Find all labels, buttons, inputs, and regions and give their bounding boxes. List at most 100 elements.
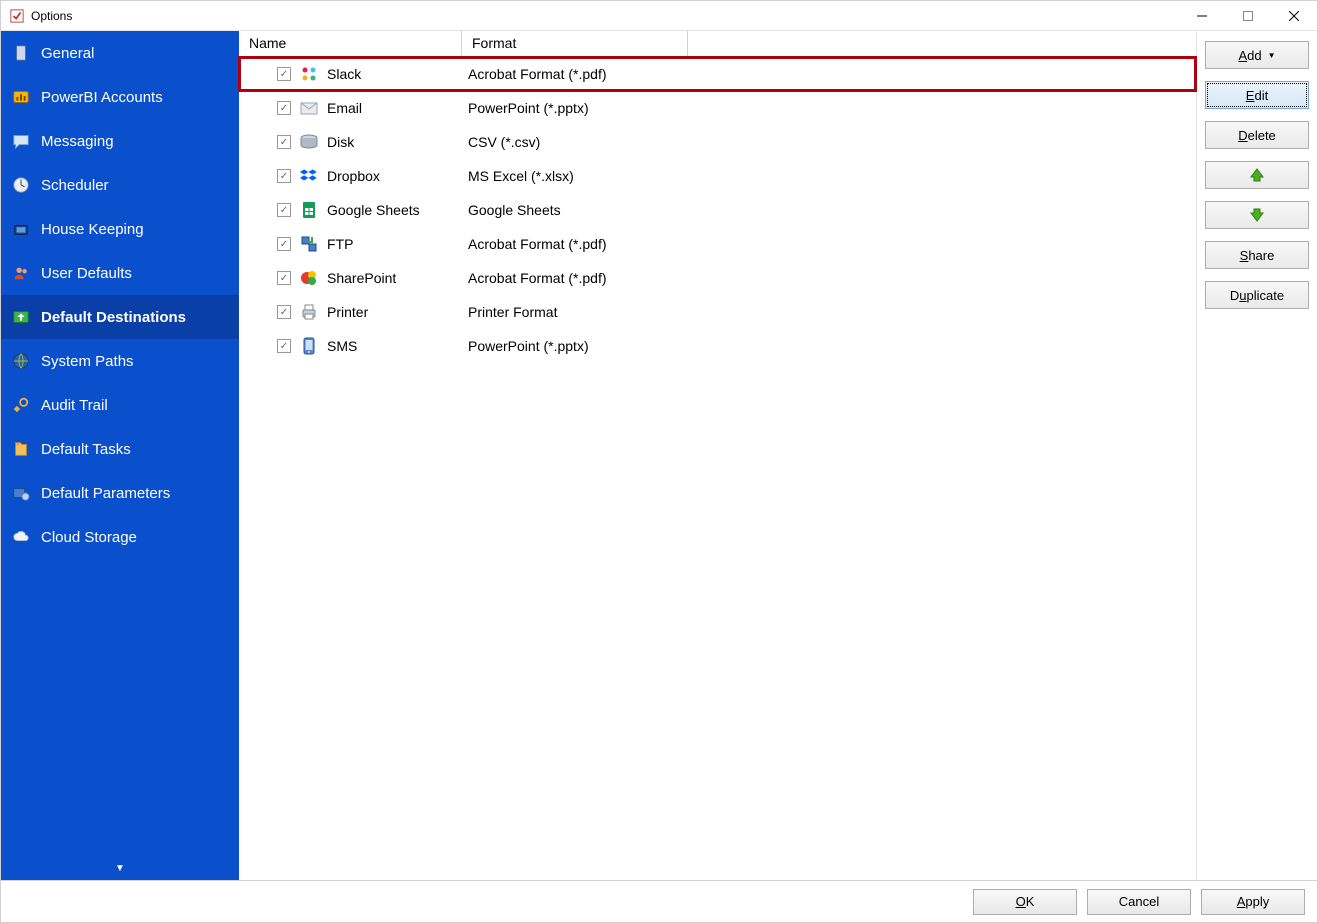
edit-button[interactable]: Edit bbox=[1205, 81, 1309, 109]
row-name: Dropbox bbox=[327, 168, 380, 184]
row-checkbox[interactable]: ✓ bbox=[277, 135, 291, 149]
row-checkbox[interactable]: ✓ bbox=[277, 339, 291, 353]
ok-button[interactable]: OK bbox=[973, 889, 1077, 915]
row-checkbox[interactable]: ✓ bbox=[277, 169, 291, 183]
row-name: SharePoint bbox=[327, 270, 396, 286]
sidebar-item-cloud-storage[interactable]: Cloud Storage bbox=[1, 515, 239, 559]
row-format: Acrobat Format (*.pdf) bbox=[468, 236, 607, 252]
sidebar-item-label: Scheduler bbox=[41, 177, 109, 194]
row-checkbox[interactable]: ✓ bbox=[277, 237, 291, 251]
sidebar-item-label: House Keeping bbox=[41, 221, 144, 238]
disk-icon bbox=[299, 132, 319, 152]
table-row[interactable]: ✓ SharePoint Acrobat Format (*.pdf) bbox=[239, 261, 1196, 295]
sidebar-item-user-defaults[interactable]: User Defaults bbox=[1, 251, 239, 295]
dropdown-caret-icon: ▼ bbox=[1268, 51, 1276, 60]
sidebar-item-label: User Defaults bbox=[41, 265, 132, 282]
sidebar-item-label: PowerBI Accounts bbox=[41, 89, 163, 106]
defaultparams-icon bbox=[11, 483, 31, 503]
table-row[interactable]: ✓FTPAcrobat Format (*.pdf) bbox=[239, 227, 1196, 261]
sidebar-item-system-paths[interactable]: System Paths bbox=[1, 339, 239, 383]
close-button[interactable] bbox=[1271, 1, 1317, 31]
powerbi-icon bbox=[11, 87, 31, 107]
cancel-button[interactable]: Cancel bbox=[1087, 889, 1191, 915]
gsheets-icon bbox=[299, 200, 319, 220]
sidebar-item-house-keeping[interactable]: House Keeping bbox=[1, 207, 239, 251]
row-format: Acrobat Format (*.pdf) bbox=[468, 66, 607, 82]
add-button[interactable]: Add▼ bbox=[1205, 41, 1309, 69]
table-body: ✓ Slack Acrobat Format (*.pdf) ✓ Email PowerP… bbox=[239, 57, 1196, 363]
cloudstorage-icon bbox=[11, 527, 31, 547]
delete-button[interactable]: Delete bbox=[1205, 121, 1309, 149]
table-row[interactable]: ✓ Dropbox MS Excel (*.xlsx) bbox=[239, 159, 1196, 193]
sidebar-item-default-tasks[interactable]: Default Tasks bbox=[1, 427, 239, 471]
sidebar-item-label: Default Tasks bbox=[41, 441, 131, 458]
sms-icon bbox=[299, 336, 319, 356]
table-row[interactable]: ✓ Slack Acrobat Format (*.pdf) bbox=[239, 57, 1196, 91]
sidebar-item-scheduler[interactable]: Scheduler bbox=[1, 163, 239, 207]
table-row[interactable]: ✓Google SheetsGoogle Sheets bbox=[239, 193, 1196, 227]
row-format: Google Sheets bbox=[468, 202, 561, 218]
table-row[interactable]: ✓DiskCSV (*.csv) bbox=[239, 125, 1196, 159]
sidebar-item-label: General bbox=[41, 45, 94, 62]
column-header-blank bbox=[688, 31, 1196, 56]
sidebar-item-label: Audit Trail bbox=[41, 397, 108, 414]
sidebar-item-general[interactable]: General bbox=[1, 31, 239, 75]
userdefaults-icon bbox=[11, 263, 31, 283]
slack-icon bbox=[299, 64, 319, 84]
general-icon bbox=[11, 43, 31, 63]
window-title: Options bbox=[31, 9, 72, 23]
row-checkbox[interactable]: ✓ bbox=[277, 271, 291, 285]
row-format: PowerPoint (*.pptx) bbox=[468, 338, 589, 354]
row-name: Printer bbox=[327, 304, 368, 320]
table-row[interactable]: ✓ Printer Printer Format bbox=[239, 295, 1196, 329]
row-format: PowerPoint (*.pptx) bbox=[468, 100, 589, 116]
main-area: Name Format ✓ Slack Acrobat Format (*.pdf)… bbox=[239, 31, 1317, 880]
email-icon bbox=[299, 98, 319, 118]
housekeeping-icon bbox=[11, 219, 31, 239]
arrow-down-icon bbox=[1249, 207, 1265, 223]
audittrail-icon bbox=[11, 395, 31, 415]
sidebar-item-messaging[interactable]: Messaging bbox=[1, 119, 239, 163]
sidebar-expand-caret[interactable]: ▼ bbox=[1, 856, 239, 880]
scheduler-icon bbox=[11, 175, 31, 195]
maximize-button[interactable] bbox=[1225, 1, 1271, 31]
row-name: Slack bbox=[327, 66, 361, 82]
row-checkbox[interactable]: ✓ bbox=[277, 101, 291, 115]
sidebar-item-powerbi-accounts[interactable]: PowerBI Accounts bbox=[1, 75, 239, 119]
column-header-format[interactable]: Format bbox=[462, 31, 688, 56]
sidebar-item-label: Cloud Storage bbox=[41, 529, 137, 546]
defaulttasks-icon bbox=[11, 439, 31, 459]
systempaths-icon bbox=[11, 351, 31, 371]
duplicate-button[interactable]: Duplicate bbox=[1205, 281, 1309, 309]
table-row[interactable]: ✓ Email PowerPoint (*.pptx) bbox=[239, 91, 1196, 125]
row-name: Email bbox=[327, 100, 362, 116]
column-header-name[interactable]: Name bbox=[239, 31, 462, 56]
row-name: Disk bbox=[327, 134, 354, 150]
row-format: MS Excel (*.xlsx) bbox=[468, 168, 574, 184]
dialog-footer: OK Cancel Apply bbox=[1, 880, 1317, 922]
row-checkbox[interactable]: ✓ bbox=[277, 305, 291, 319]
destinations-table: Name Format ✓ Slack Acrobat Format (*.pdf)… bbox=[239, 31, 1197, 880]
move-down-button[interactable] bbox=[1205, 201, 1309, 229]
printer-icon bbox=[299, 302, 319, 322]
sidebar-item-audit-trail[interactable]: Audit Trail bbox=[1, 383, 239, 427]
row-format: Printer Format bbox=[468, 304, 557, 320]
move-up-button[interactable] bbox=[1205, 161, 1309, 189]
row-name: SMS bbox=[327, 338, 357, 354]
row-checkbox[interactable]: ✓ bbox=[277, 203, 291, 217]
sidebar-item-default-destinations[interactable]: Default Destinations bbox=[1, 295, 239, 339]
sharepoint-icon bbox=[299, 268, 319, 288]
apply-button[interactable]: Apply bbox=[1201, 889, 1305, 915]
minimize-button[interactable] bbox=[1179, 1, 1225, 31]
action-panel: Add▼ Edit Delete Share Duplicate bbox=[1197, 31, 1317, 880]
table-row[interactable]: ✓ SMS PowerPoint (*.pptx) bbox=[239, 329, 1196, 363]
sidebar-item-label: System Paths bbox=[41, 353, 134, 370]
sidebar-item-label: Default Parameters bbox=[41, 485, 170, 502]
dropbox-icon bbox=[299, 166, 319, 186]
row-format: Acrobat Format (*.pdf) bbox=[468, 270, 607, 286]
arrow-up-icon bbox=[1249, 167, 1265, 183]
row-checkbox[interactable]: ✓ bbox=[277, 67, 291, 81]
ftp-icon bbox=[299, 234, 319, 254]
sidebar-item-default-parameters[interactable]: Default Parameters bbox=[1, 471, 239, 515]
share-button[interactable]: Share bbox=[1205, 241, 1309, 269]
